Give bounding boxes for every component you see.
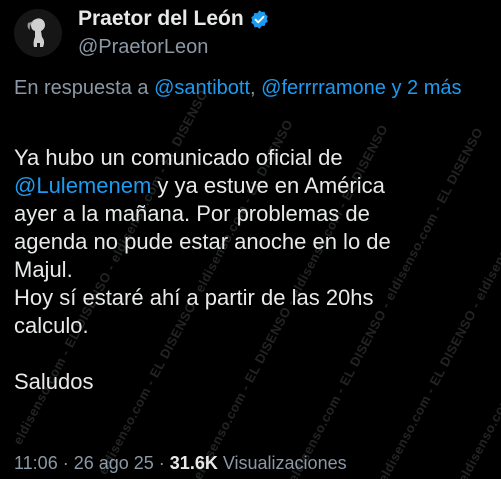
meta-separator: · — [153, 453, 170, 473]
tweet-card: Praetor del León @PraetorLeon En respues… — [0, 0, 501, 479]
tweet-line: @Lulemenem y ya estuve en América — [14, 172, 494, 200]
mention-link-santibott[interactable]: @santibott — [154, 77, 250, 99]
views-label: Visualizaciones — [217, 453, 347, 473]
author-names: Praetor del León @PraetorLeon — [78, 6, 270, 59]
tweet-text: Ya hubo un comunicado oficial de @Luleme… — [14, 144, 494, 396]
tweet-line: calculo. — [14, 313, 89, 338]
tweet-line: Ya hubo un comunicado oficial de — [14, 145, 343, 170]
reply-others-link[interactable]: y 2 más — [386, 77, 461, 99]
mention-link-ferrrramone[interactable]: @ferrrramone — [261, 77, 386, 99]
meta-separator: · — [57, 453, 74, 473]
tweet-meta: 11:06 · 26 ago 25 · 31.6K Visualizacione… — [14, 452, 347, 474]
views-count[interactable]: 31.6K — [170, 453, 218, 473]
display-name-row: Praetor del León — [78, 6, 270, 32]
display-name[interactable]: Praetor del León — [78, 7, 244, 31]
tweet-line: agenda no pude estar anoche en lo de — [14, 229, 391, 254]
tweet-date[interactable]: 26 ago 25 — [74, 453, 154, 473]
avatar[interactable] — [14, 8, 62, 57]
reply-prefix: En respuesta a — [14, 77, 155, 99]
tweet-line: Hoy sí estaré ahí a partir de las 20hs — [14, 285, 374, 310]
verified-badge-icon — [249, 9, 270, 30]
tweet-line: ayer a la mañana. Por problemas de — [14, 201, 370, 226]
tweet-line-text: y ya estuve en América — [151, 173, 385, 198]
author-handle[interactable]: @PraetorLeon — [78, 36, 270, 59]
reply-separator: , — [250, 77, 262, 99]
tweet-time[interactable]: 11:06 — [14, 453, 58, 473]
tweet-line: Saludos — [14, 369, 94, 394]
tweet-header: Praetor del León @PraetorLeon — [14, 6, 270, 59]
reply-context: En respuesta a @santibott, @ferrrramone … — [14, 74, 484, 102]
lion-figure-icon — [14, 8, 62, 57]
mention-link-lulemenem[interactable]: @Lulemenem — [14, 173, 151, 198]
tweet-line: Majul. — [14, 257, 73, 282]
